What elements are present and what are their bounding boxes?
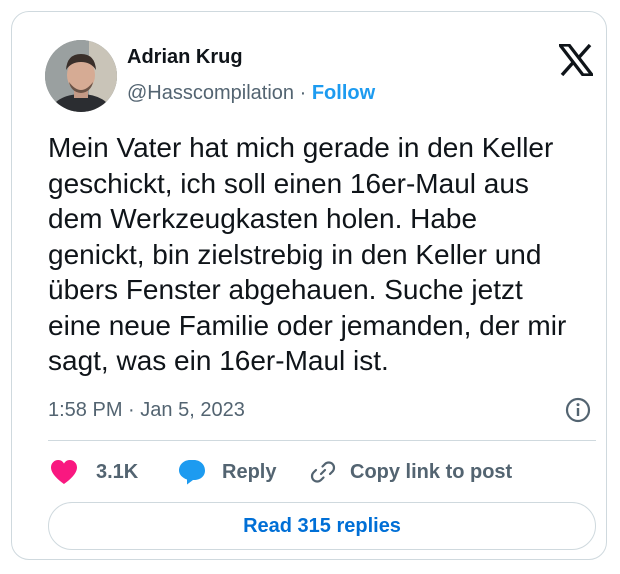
tweet-timestamp[interactable]: 1:58 PM · Jan 5, 2023 [48, 399, 245, 422]
tweet-line: übers Fenster abgehauen. Suche jetzt [48, 274, 523, 305]
follow-button[interactable]: Follow [312, 82, 375, 104]
copy-link-button[interactable]: Copy link to post [310, 455, 512, 489]
link-icon [310, 461, 336, 483]
avatar-image [45, 40, 117, 112]
divider [48, 440, 596, 441]
read-replies-label: Read 315 replies [243, 514, 401, 537]
read-replies-button[interactable]: Read 315 replies [48, 502, 596, 550]
tweet-line: Mein Vater hat mich gerade in den Keller [48, 132, 554, 163]
reply-button[interactable]: Reply [178, 455, 276, 489]
tweet-line: dem Werkzeugkasten holen. Habe [48, 203, 478, 234]
date-separator: · [128, 399, 135, 421]
tweet-line: genickt, bin zielstrebig in den Keller u… [48, 238, 542, 270]
author-meta: @Hasscompilation · Follow [127, 82, 375, 105]
tweet-line: geschickt, ich soll einen 16er-Maul aus [48, 167, 529, 199]
handle-separator: · [299, 82, 307, 104]
heart-icon [51, 460, 77, 484]
copy-link-label: Copy link to post [350, 460, 513, 483]
tweet-date: Jan 5, 2023 [140, 399, 245, 421]
like-button[interactable]: 3.1K [50, 455, 138, 489]
reply-label: Reply [222, 460, 277, 483]
tweet-card: Adrian Krug @Hasscompilation · Follow Me… [11, 11, 607, 560]
x-logo-icon[interactable] [556, 43, 596, 77]
avatar[interactable] [45, 40, 117, 112]
tweet-time: 1:58 PM [48, 399, 123, 421]
tweet-line: eine neue Familie oder jemanden, der mir [48, 309, 567, 341]
tweet-line: sagt, was ein 16er-Maul ist. [48, 345, 389, 376]
tweet-text: Mein Vater hat mich gerade in den Keller… [48, 130, 608, 379]
info-icon[interactable] [565, 397, 591, 423]
author-handle[interactable]: @Hasscompilation [127, 82, 294, 104]
speech-bubble-icon [179, 460, 205, 485]
like-count: 3.1K [96, 460, 139, 483]
author-name[interactable]: Adrian Krug [127, 46, 243, 69]
